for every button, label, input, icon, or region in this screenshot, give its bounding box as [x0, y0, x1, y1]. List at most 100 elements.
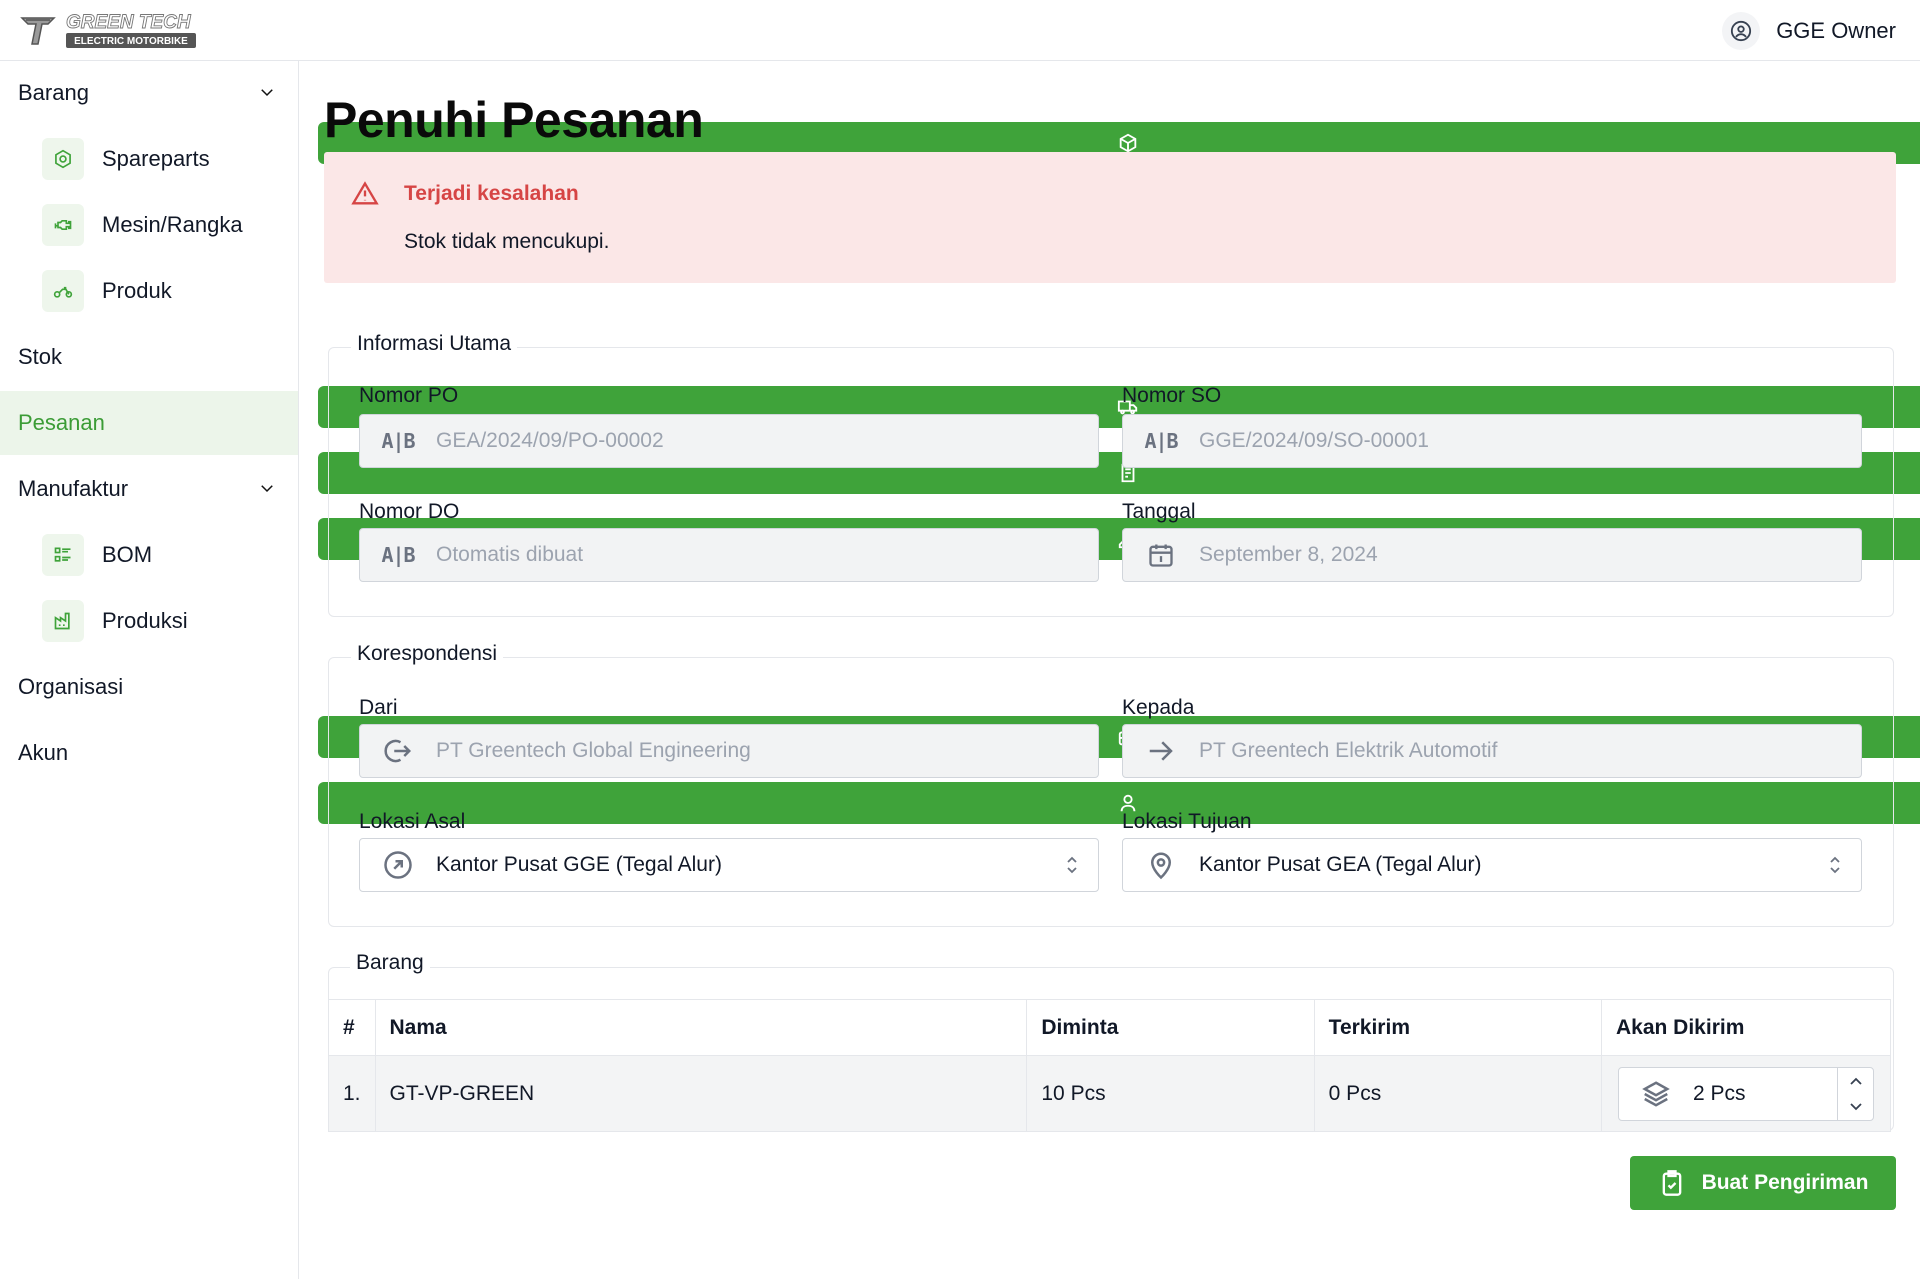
- sidebar-item-label: Stok: [18, 344, 63, 369]
- items-section: Barang # Nama Diminta Terkirim Akan Diki…: [328, 951, 1894, 1132]
- top-header: GREEN TECH ELECTRIC MOTORBIKE GGE Owner: [0, 0, 1920, 61]
- warning-icon: [351, 181, 379, 205]
- page-title: Penuhi Pesanan: [324, 92, 704, 148]
- origin-location-label: Lokasi Asal: [359, 810, 466, 833]
- po-number-field: A|B GEA/2024/09/PO-00002: [359, 414, 1099, 468]
- section-legend: Korespondensi: [351, 642, 504, 666]
- chevron-down-icon[interactable]: [258, 83, 276, 101]
- gear-icon: [42, 138, 84, 180]
- user-menu[interactable]: GGE Owner: [1722, 12, 1896, 50]
- sidebar-item-stok[interactable]: Stok: [0, 325, 1920, 428]
- create-shipment-label: Buat Pengiriman: [1701, 1171, 1869, 1194]
- col-header-name: Nama: [374, 999, 1028, 1056]
- correspondence-section: Korespondensi Dari PT Greentech Global E…: [328, 642, 1894, 927]
- do-number-label: Nomor DO: [359, 500, 460, 523]
- sidebar: Barang Spareparts Mesin/Rangka Produk St…: [0, 61, 1920, 1279]
- po-number-label: Nomor PO: [359, 384, 459, 407]
- text-ab-icon: A|B: [381, 429, 415, 453]
- col-header-number: #: [328, 999, 376, 1056]
- col-header-sent: Terkirim: [1313, 999, 1603, 1056]
- sidebar-item-label: Spareparts: [102, 146, 210, 171]
- exit-arrow-icon: [384, 739, 412, 763]
- text-ab-icon: A|B: [381, 543, 415, 567]
- sidebar-item-produk[interactable]: Produk: [0, 259, 298, 323]
- sidebar-item-produksi[interactable]: Produksi: [0, 589, 298, 653]
- create-shipment-button[interactable]: Buat Pengiriman: [1630, 1156, 1896, 1210]
- sidebar-item-manufaktur[interactable]: Manufaktur: [0, 457, 1920, 560]
- sidebar-item-label: Manufaktur: [18, 476, 129, 501]
- sidebar-item-organisasi[interactable]: Organisasi: [0, 655, 1920, 758]
- to-field: PT Greentech Elektrik Automotif: [1122, 724, 1862, 778]
- sidebar-item-label: Akun: [18, 740, 69, 765]
- to-value: PT Greentech Elektrik Automotif: [1199, 739, 1498, 762]
- error-alert: Terjadi kesalahan Stok tidak mencukupi.: [324, 152, 1896, 283]
- factory-icon: [42, 600, 84, 642]
- sidebar-item-label: BOM: [102, 542, 153, 567]
- user-name: GGE Owner: [1776, 18, 1896, 43]
- logo-subtext: ELECTRIC MOTORBIKE: [74, 36, 188, 47]
- selector-icon[interactable]: [1064, 854, 1080, 876]
- to-label: Kepada: [1122, 696, 1195, 719]
- stepper-arrows: [1837, 1067, 1873, 1120]
- date-label: Tanggal: [1122, 500, 1196, 523]
- calendar-icon: [1149, 544, 1173, 567]
- quantity-stepper[interactable]: 2 Pcs: [1618, 1066, 1874, 1121]
- so-number-field: A|B GGE/2024/09/SO-00001: [1122, 414, 1862, 468]
- alert-title: Terjadi kesalahan: [404, 182, 579, 205]
- origin-location-value: Kantor Pusat GGE (Tegal Alur): [436, 853, 722, 876]
- sidebar-item-barang[interactable]: Barang: [0, 61, 1920, 164]
- sidebar-item-akun[interactable]: Akun: [0, 721, 1920, 824]
- item-name: GT-VP-GREEN: [374, 1055, 1028, 1132]
- item-to-send-cell: 2 Pcs: [1601, 1055, 1891, 1132]
- selector-icon[interactable]: [1827, 854, 1843, 876]
- sidebar-item-label: Barang: [18, 80, 89, 105]
- arrow-right-icon: [1149, 741, 1173, 761]
- list-icon: [42, 534, 84, 576]
- chevron-down-icon[interactable]: [1849, 1101, 1863, 1113]
- logo-text: GREEN TECH: [66, 12, 192, 33]
- table-header-row: # Nama Diminta Terkirim Akan Dikirim: [328, 999, 1891, 1056]
- item-sent: 0 Pcs: [1313, 1055, 1603, 1132]
- sidebar-item-label: Produksi: [102, 608, 188, 633]
- sidebar-item-bom[interactable]: BOM: [0, 523, 298, 587]
- sidebar-item-spareparts[interactable]: Spareparts: [0, 127, 298, 191]
- clipboard-check-icon: [1662, 1170, 1681, 1196]
- from-label: Dari: [359, 696, 398, 719]
- circle-arrow-up-right-icon: [384, 851, 412, 879]
- sidebar-item-label: Produk: [102, 278, 172, 303]
- item-requested: 10 Pcs: [1026, 1055, 1315, 1132]
- origin-location-select[interactable]: Kantor Pusat GGE (Tegal Alur): [359, 838, 1099, 892]
- col-header-to-send: Akan Dikirim: [1601, 999, 1891, 1056]
- logo[interactable]: GREEN TECH ELECTRIC MOTORBIKE: [20, 10, 200, 52]
- engine-icon: [42, 204, 84, 246]
- sidebar-item-label: Mesin/Rangka: [102, 212, 243, 237]
- sidebar-item-label: Pesanan: [18, 410, 105, 435]
- sidebar-item-pesanan[interactable]: Pesanan: [0, 391, 1920, 494]
- motorbike-icon: [42, 270, 84, 312]
- section-legend: Informasi Utama: [351, 332, 518, 356]
- po-number-value: GEA/2024/09/PO-00002: [436, 429, 664, 452]
- quantity-value: 2 Pcs: [1693, 1081, 1746, 1105]
- main-info-section: Informasi Utama Nomor PO A|B GEA/2024/09…: [328, 332, 1894, 617]
- destination-location-label: Lokasi Tujuan: [1122, 810, 1252, 833]
- alert-message: Stok tidak mencukupi.: [404, 230, 610, 253]
- chevron-up-icon[interactable]: [1849, 1075, 1863, 1087]
- destination-location-value: Kantor Pusat GEA (Tegal Alur): [1199, 853, 1482, 876]
- so-number-value: GGE/2024/09/SO-00001: [1199, 429, 1429, 452]
- do-number-placeholder: Otomatis dibuat: [436, 543, 584, 566]
- sidebar-item-mesin-rangka[interactable]: Mesin/Rangka: [0, 193, 298, 257]
- table-row: 1. GT-VP-GREEN 10 Pcs 0 Pcs 2 Pcs: [328, 1055, 1891, 1132]
- chevron-down-icon[interactable]: [258, 479, 276, 497]
- text-ab-icon: A|B: [1144, 429, 1178, 453]
- date-field: September 8, 2024: [1122, 528, 1862, 582]
- map-pin-icon: [1150, 852, 1172, 880]
- items-table: # Nama Diminta Terkirim Akan Dikirim 1. …: [328, 999, 1891, 1132]
- row-number: 1.: [328, 1055, 376, 1132]
- stack-icon: [1642, 1080, 1670, 1107]
- from-field: PT Greentech Global Engineering: [359, 724, 1099, 778]
- sidebar-item-label: Organisasi: [18, 674, 124, 699]
- section-legend: Barang: [350, 951, 430, 975]
- do-number-field: A|B Otomatis dibuat: [359, 528, 1099, 582]
- col-header-requested: Diminta: [1026, 999, 1315, 1056]
- destination-location-select[interactable]: Kantor Pusat GEA (Tegal Alur): [1122, 838, 1862, 892]
